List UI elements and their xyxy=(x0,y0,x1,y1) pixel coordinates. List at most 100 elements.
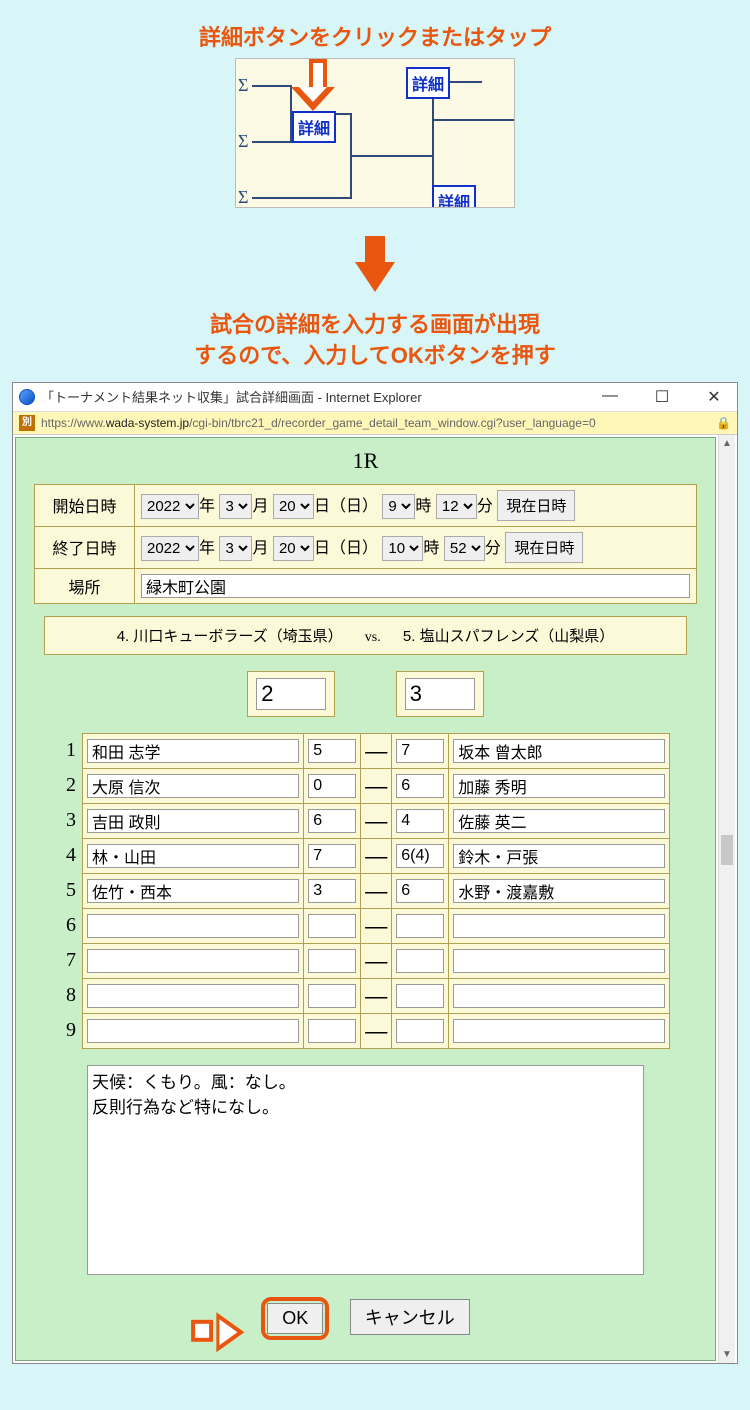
detail-button-3[interactable]: 詳細 xyxy=(432,185,476,208)
score-left-cell-input[interactable] xyxy=(308,1019,356,1043)
score-left-input[interactable] xyxy=(256,678,326,710)
dash-label: — xyxy=(361,978,392,1013)
table-row: 4— xyxy=(61,838,670,873)
detail-button-2[interactable]: 詳細 xyxy=(406,67,450,99)
player-right-input[interactable] xyxy=(453,739,665,763)
score-right-input[interactable] xyxy=(405,678,475,710)
score-left-cell-input[interactable] xyxy=(308,809,356,833)
player-right-input[interactable] xyxy=(453,844,665,868)
score-left-cell-input[interactable] xyxy=(308,844,356,868)
window-close-button[interactable]: ✕ xyxy=(697,387,731,407)
end-month-select[interactable]: 3 xyxy=(219,536,252,561)
player-left-input[interactable] xyxy=(87,949,299,973)
table-row: 6— xyxy=(61,908,670,943)
score-left-cell-input[interactable] xyxy=(308,949,356,973)
dash-label: — xyxy=(361,873,392,908)
start-day-select[interactable]: 20 xyxy=(273,494,314,519)
score-right-cell-input[interactable] xyxy=(396,984,444,1008)
table-row: 1— xyxy=(61,733,670,768)
site-badge-icon: 別 xyxy=(19,415,35,431)
player-left-input[interactable] xyxy=(87,809,299,833)
player-right-input[interactable] xyxy=(453,984,665,1008)
instruction-top: 詳細ボタンをクリックまたはタップ xyxy=(0,20,750,52)
row-number: 8 xyxy=(61,978,83,1013)
player-right-input[interactable] xyxy=(453,914,665,938)
score-right-cell-input[interactable] xyxy=(396,774,444,798)
scroll-down-icon[interactable]: ▼ xyxy=(719,1346,735,1363)
score-right-cell-input[interactable] xyxy=(396,1019,444,1043)
player-right-input[interactable] xyxy=(453,1019,665,1043)
window-title: 「トーナメント結果ネット収集」試合詳細画面 - Internet Explore… xyxy=(41,387,422,406)
start-label: 開始日時 xyxy=(35,484,135,526)
start-month-select[interactable]: 3 xyxy=(219,494,252,519)
scrollbar[interactable]: ▲ ▼ xyxy=(718,435,735,1363)
datetime-location-table: 開始日時 2022年 3月 20日（日） 9時 12分 現在日時 終了日時 20… xyxy=(34,484,697,604)
table-row: 5— xyxy=(61,873,670,908)
dash-label: — xyxy=(361,733,392,768)
dash-label: — xyxy=(361,908,392,943)
ok-button[interactable]: OK xyxy=(267,1303,323,1334)
start-year-select[interactable]: 2022 xyxy=(141,494,199,519)
row-number: 9 xyxy=(61,1013,83,1048)
cancel-button[interactable]: キャンセル xyxy=(350,1299,470,1335)
team-left: 4. 川口キューボラーズ（埼玉県） xyxy=(117,628,343,645)
ie-window: 「トーナメント結果ネット収集」試合詳細画面 - Internet Explore… xyxy=(12,382,738,1364)
end-year-select[interactable]: 2022 xyxy=(141,536,199,561)
end-label: 終了日時 xyxy=(35,526,135,568)
row-number: 1 xyxy=(61,733,83,768)
window-minimize-button[interactable]: — xyxy=(593,387,627,407)
end-minute-select[interactable]: 52 xyxy=(444,536,485,561)
score-left-cell-input[interactable] xyxy=(308,739,356,763)
scroll-up-icon[interactable]: ▲ xyxy=(719,435,735,452)
row-number: 6 xyxy=(61,908,83,943)
bracket-diagram: Σ Σ Σ 詳細 詳細 詳細 xyxy=(235,58,515,208)
player-left-input[interactable] xyxy=(87,914,299,938)
player-left-input[interactable] xyxy=(87,1019,299,1043)
player-left-input[interactable] xyxy=(87,984,299,1008)
score-left-cell-input[interactable] xyxy=(308,774,356,798)
score-left-cell-input[interactable] xyxy=(308,984,356,1008)
score-left-cell-input[interactable] xyxy=(308,879,356,903)
score-right-cell-input[interactable] xyxy=(396,809,444,833)
score-right-cell-input[interactable] xyxy=(396,739,444,763)
score-right-cell-input[interactable] xyxy=(396,844,444,868)
player-left-input[interactable] xyxy=(87,844,299,868)
player-left-input[interactable] xyxy=(87,774,299,798)
location-input[interactable] xyxy=(141,574,690,598)
ok-button-highlight: OK xyxy=(261,1297,329,1340)
window-maximize-button[interactable]: ☐ xyxy=(645,387,679,407)
location-label: 場所 xyxy=(35,568,135,603)
score-left-cell-input[interactable] xyxy=(308,914,356,938)
notes-textarea[interactable] xyxy=(87,1065,644,1275)
dash-label: — xyxy=(361,838,392,873)
row-number: 4 xyxy=(61,838,83,873)
player-right-input[interactable] xyxy=(453,879,665,903)
end-day-select[interactable]: 20 xyxy=(273,536,314,561)
start-hour-select[interactable]: 9 xyxy=(382,494,415,519)
start-now-button[interactable]: 現在日時 xyxy=(497,490,575,521)
end-now-button[interactable]: 現在日時 xyxy=(505,532,583,563)
player-right-input[interactable] xyxy=(453,809,665,833)
player-left-input[interactable] xyxy=(87,739,299,763)
detail-button-1[interactable]: 詳細 xyxy=(292,111,336,143)
dash-label: — xyxy=(361,768,392,803)
score-right-cell-input[interactable] xyxy=(396,914,444,938)
start-minute-select[interactable]: 12 xyxy=(436,494,477,519)
end-hour-select[interactable]: 10 xyxy=(382,536,423,561)
instruction-mid: 試合の詳細を入力する画面が出現 するので、入力してOKボタンを押す xyxy=(0,310,750,372)
row-number: 7 xyxy=(61,943,83,978)
player-right-input[interactable] xyxy=(453,949,665,973)
score-right-cell-input[interactable] xyxy=(396,949,444,973)
player-right-input[interactable] xyxy=(453,774,665,798)
score-right-cell-input[interactable] xyxy=(396,879,444,903)
dash-label: — xyxy=(361,943,392,978)
address-bar[interactable]: 別 https://www.wada-system.jp/cgi-bin/tbr… xyxy=(13,412,737,435)
scroll-thumb[interactable] xyxy=(721,835,733,865)
table-row: 8— xyxy=(61,978,670,1013)
team-right: 5. 塩山スパフレンズ（山梨県） xyxy=(403,628,614,645)
dash-label: — xyxy=(361,803,392,838)
player-left-input[interactable] xyxy=(87,879,299,903)
table-row: 9— xyxy=(61,1013,670,1048)
matchup-bar: 4. 川口キューボラーズ（埼玉県） vs. 5. 塩山スパフレンズ（山梨県） xyxy=(44,616,687,655)
table-row: 7— xyxy=(61,943,670,978)
